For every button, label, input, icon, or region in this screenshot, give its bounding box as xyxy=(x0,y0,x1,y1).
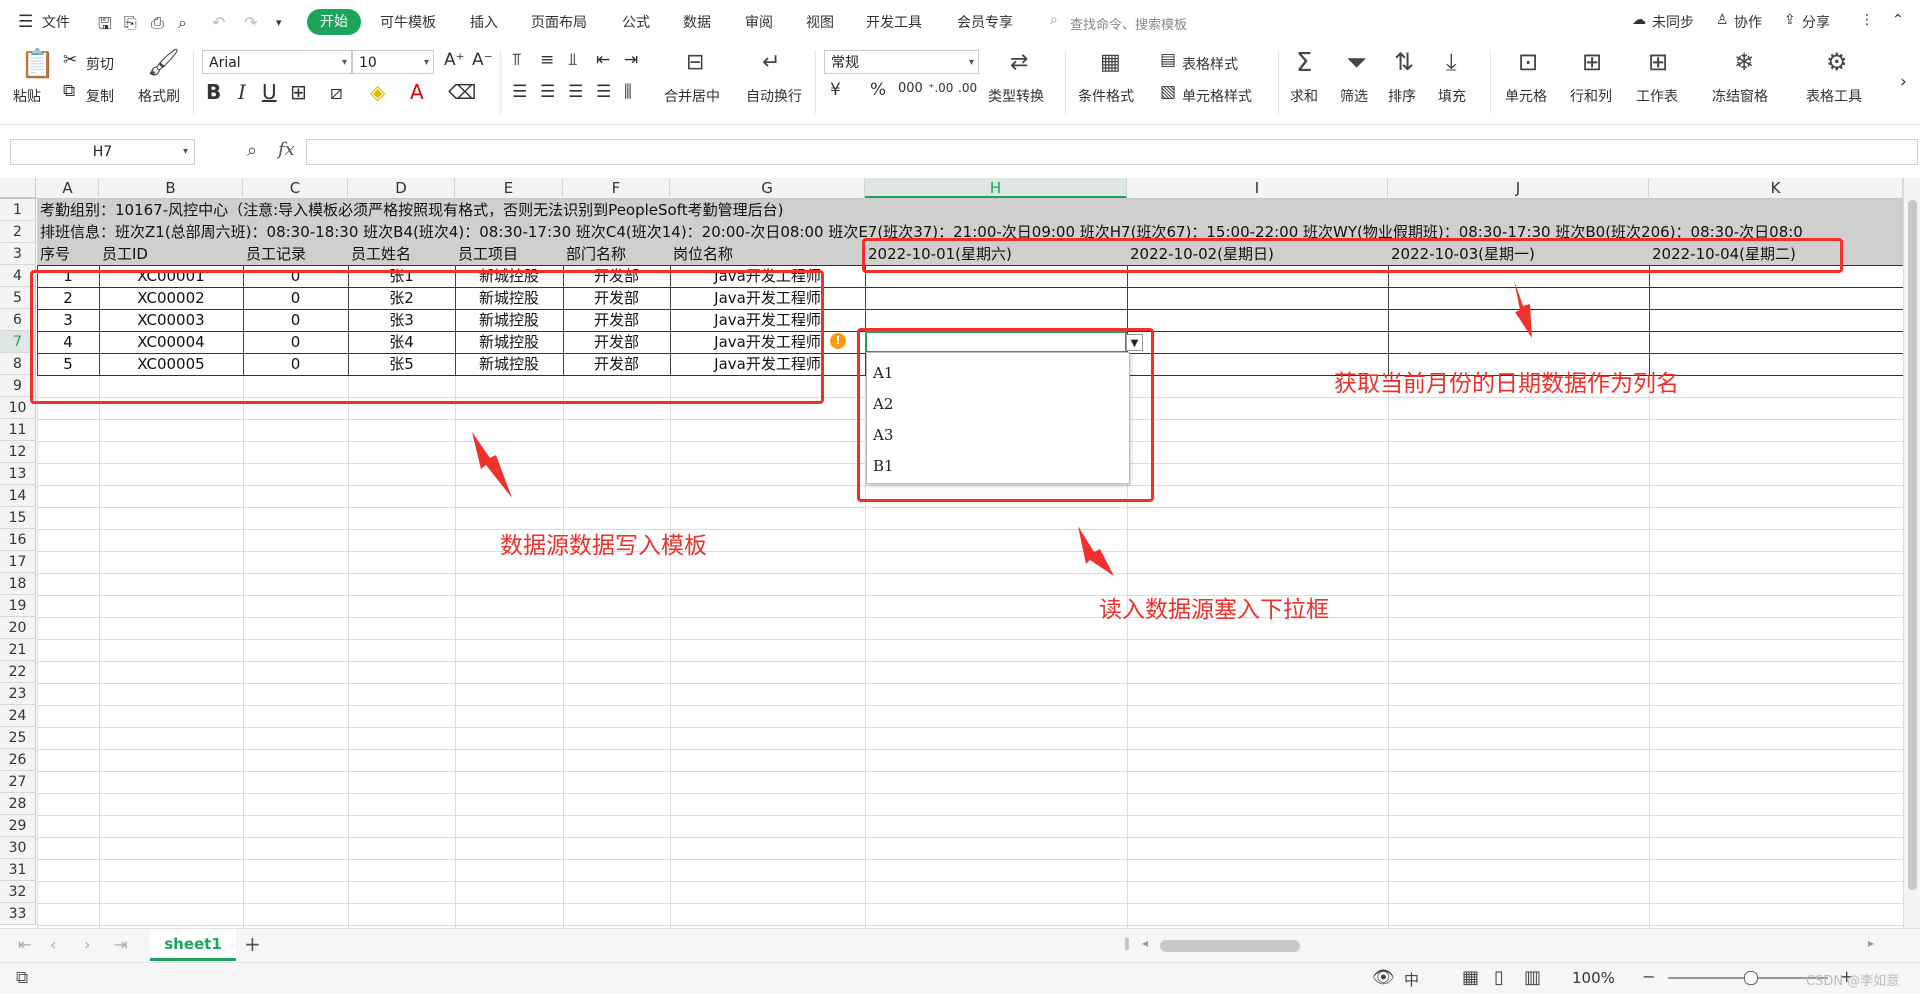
annotation-arrows xyxy=(472,280,1532,576)
arrow-down-data xyxy=(472,432,512,498)
next-sheet-icon[interactable]: › xyxy=(84,935,90,954)
last-sheet-icon[interactable]: ⇥ xyxy=(114,935,127,954)
horizontal-scroll-thumb[interactable] xyxy=(1160,940,1300,952)
arrow-down-dropdown xyxy=(1078,526,1114,576)
vertical-scroll-thumb[interactable] xyxy=(1908,200,1917,890)
annotation-text-dropdown: 读入数据源塞入下拉框 xyxy=(1099,597,1329,623)
sheet-tab-bar: ⇤ ‹ › ⇥ sheet1 + ‖ ◂ ▸ xyxy=(0,928,1920,963)
first-sheet-icon[interactable]: ⇤ xyxy=(18,935,31,954)
add-sheet-icon[interactable]: + xyxy=(244,932,261,956)
eye-protection-icon[interactable]: 👁 xyxy=(1372,967,1395,988)
vertical-scrollbar[interactable] xyxy=(1903,178,1920,928)
annotation-text-data: 数据源数据写入模板 xyxy=(500,533,707,559)
status-bar: ⧉ 👁 中 ▦ ▯ ▥ 100% − + CSDN @李如意 xyxy=(0,962,1920,994)
page-break-view-icon[interactable]: ▥ xyxy=(1524,967,1541,988)
hscroll-right-icon[interactable]: ▸ xyxy=(1868,936,1874,950)
sheet-tab[interactable]: sheet1 xyxy=(150,929,236,961)
watermark: CSDN @李如意 xyxy=(1806,974,1900,989)
arrow-down-dates xyxy=(1514,280,1532,338)
hscroll-left-icon[interactable]: ◂ xyxy=(1142,936,1148,950)
normal-view-icon[interactable]: ▦ xyxy=(1462,967,1479,988)
input-method[interactable]: 中 xyxy=(1404,969,1419,990)
prev-sheet-icon[interactable]: ‹ xyxy=(50,935,56,954)
zoom-level[interactable]: 100% xyxy=(1572,969,1615,987)
annotation-text-dates: 获取当前月份的日期数据作为列名 xyxy=(1334,371,1679,397)
zoom-slider-handle[interactable] xyxy=(1744,971,1758,985)
macro-record-icon[interactable]: ⧉ xyxy=(16,968,28,988)
hscroll-split-icon[interactable]: ‖ xyxy=(1124,936,1130,950)
zoom-out-icon[interactable]: − xyxy=(1642,967,1655,986)
page-layout-view-icon[interactable]: ▯ xyxy=(1494,967,1504,988)
